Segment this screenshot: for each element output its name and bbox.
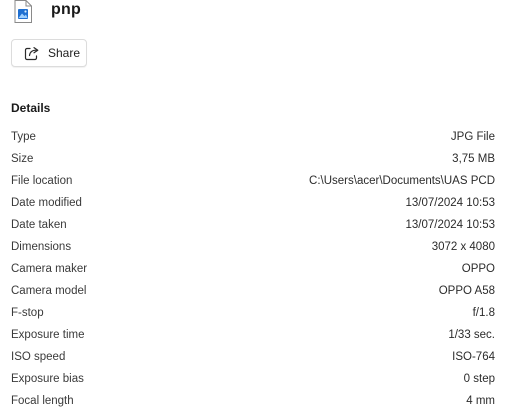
detail-row-exposure-bias: Exposure bias 0 step <box>11 368 495 390</box>
detail-row-file-location: File location C:\Users\acer\Documents\UA… <box>11 170 495 192</box>
share-icon <box>24 45 40 61</box>
detail-row-date-taken: Date taken 13/07/2024 10:53 <box>11 214 495 236</box>
detail-label: F-stop <box>11 307 44 319</box>
detail-value: 13/07/2024 10:53 <box>405 197 495 209</box>
detail-label: Type <box>11 131 36 143</box>
detail-row-camera-model: Camera model OPPO A58 <box>11 280 495 302</box>
detail-value: 4 mm <box>466 395 495 407</box>
detail-value: 3,75 MB <box>452 153 495 165</box>
detail-row-type: Type JPG File <box>11 126 495 148</box>
image-file-icon <box>12 0 34 24</box>
detail-value: 1/33 sec. <box>448 329 495 341</box>
details-heading: Details <box>11 101 51 115</box>
detail-label: Size <box>11 153 34 165</box>
detail-label: Focal length <box>11 395 74 407</box>
file-name: pnp <box>51 1 81 18</box>
detail-label: Date taken <box>11 219 67 231</box>
details-list: Type JPG File Size 3,75 MB File location… <box>11 126 495 412</box>
detail-label: ISO speed <box>11 351 66 363</box>
detail-row-f-stop: F-stop f/1.8 <box>11 302 495 324</box>
detail-label: Date modified <box>11 197 82 209</box>
detail-value: 0 step <box>463 373 495 385</box>
detail-label: Exposure bias <box>11 373 84 385</box>
detail-label: Exposure time <box>11 329 85 341</box>
detail-label: Camera maker <box>11 263 88 275</box>
detail-row-date-modified: Date modified 13/07/2024 10:53 <box>11 192 495 214</box>
detail-value: ISO-764 <box>452 351 495 363</box>
share-button[interactable]: Share <box>11 39 87 67</box>
detail-row-size: Size 3,75 MB <box>11 148 495 170</box>
detail-label: Dimensions <box>11 241 72 253</box>
detail-value: OPPO A58 <box>438 285 495 297</box>
detail-value: OPPO <box>461 263 495 275</box>
detail-row-focal-length: Focal length 4 mm <box>11 390 495 412</box>
detail-row-exposure-time: Exposure time 1/33 sec. <box>11 324 495 346</box>
detail-row-camera-maker: Camera maker OPPO <box>11 258 495 280</box>
share-label: Share <box>48 46 81 60</box>
detail-label: Camera model <box>11 285 87 297</box>
detail-row-iso-speed: ISO speed ISO-764 <box>11 346 495 368</box>
detail-value: f/1.8 <box>472 307 495 319</box>
detail-value: 13/07/2024 10:53 <box>405 219 495 231</box>
detail-value: JPG File <box>450 131 495 143</box>
detail-value: 3072 x 4080 <box>431 241 495 253</box>
detail-row-dimensions: Dimensions 3072 x 4080 <box>11 236 495 258</box>
file-header: pnp <box>12 0 81 24</box>
detail-label: File location <box>11 175 73 187</box>
detail-value[interactable]: C:\Users\acer\Documents\UAS PCD <box>309 175 495 187</box>
